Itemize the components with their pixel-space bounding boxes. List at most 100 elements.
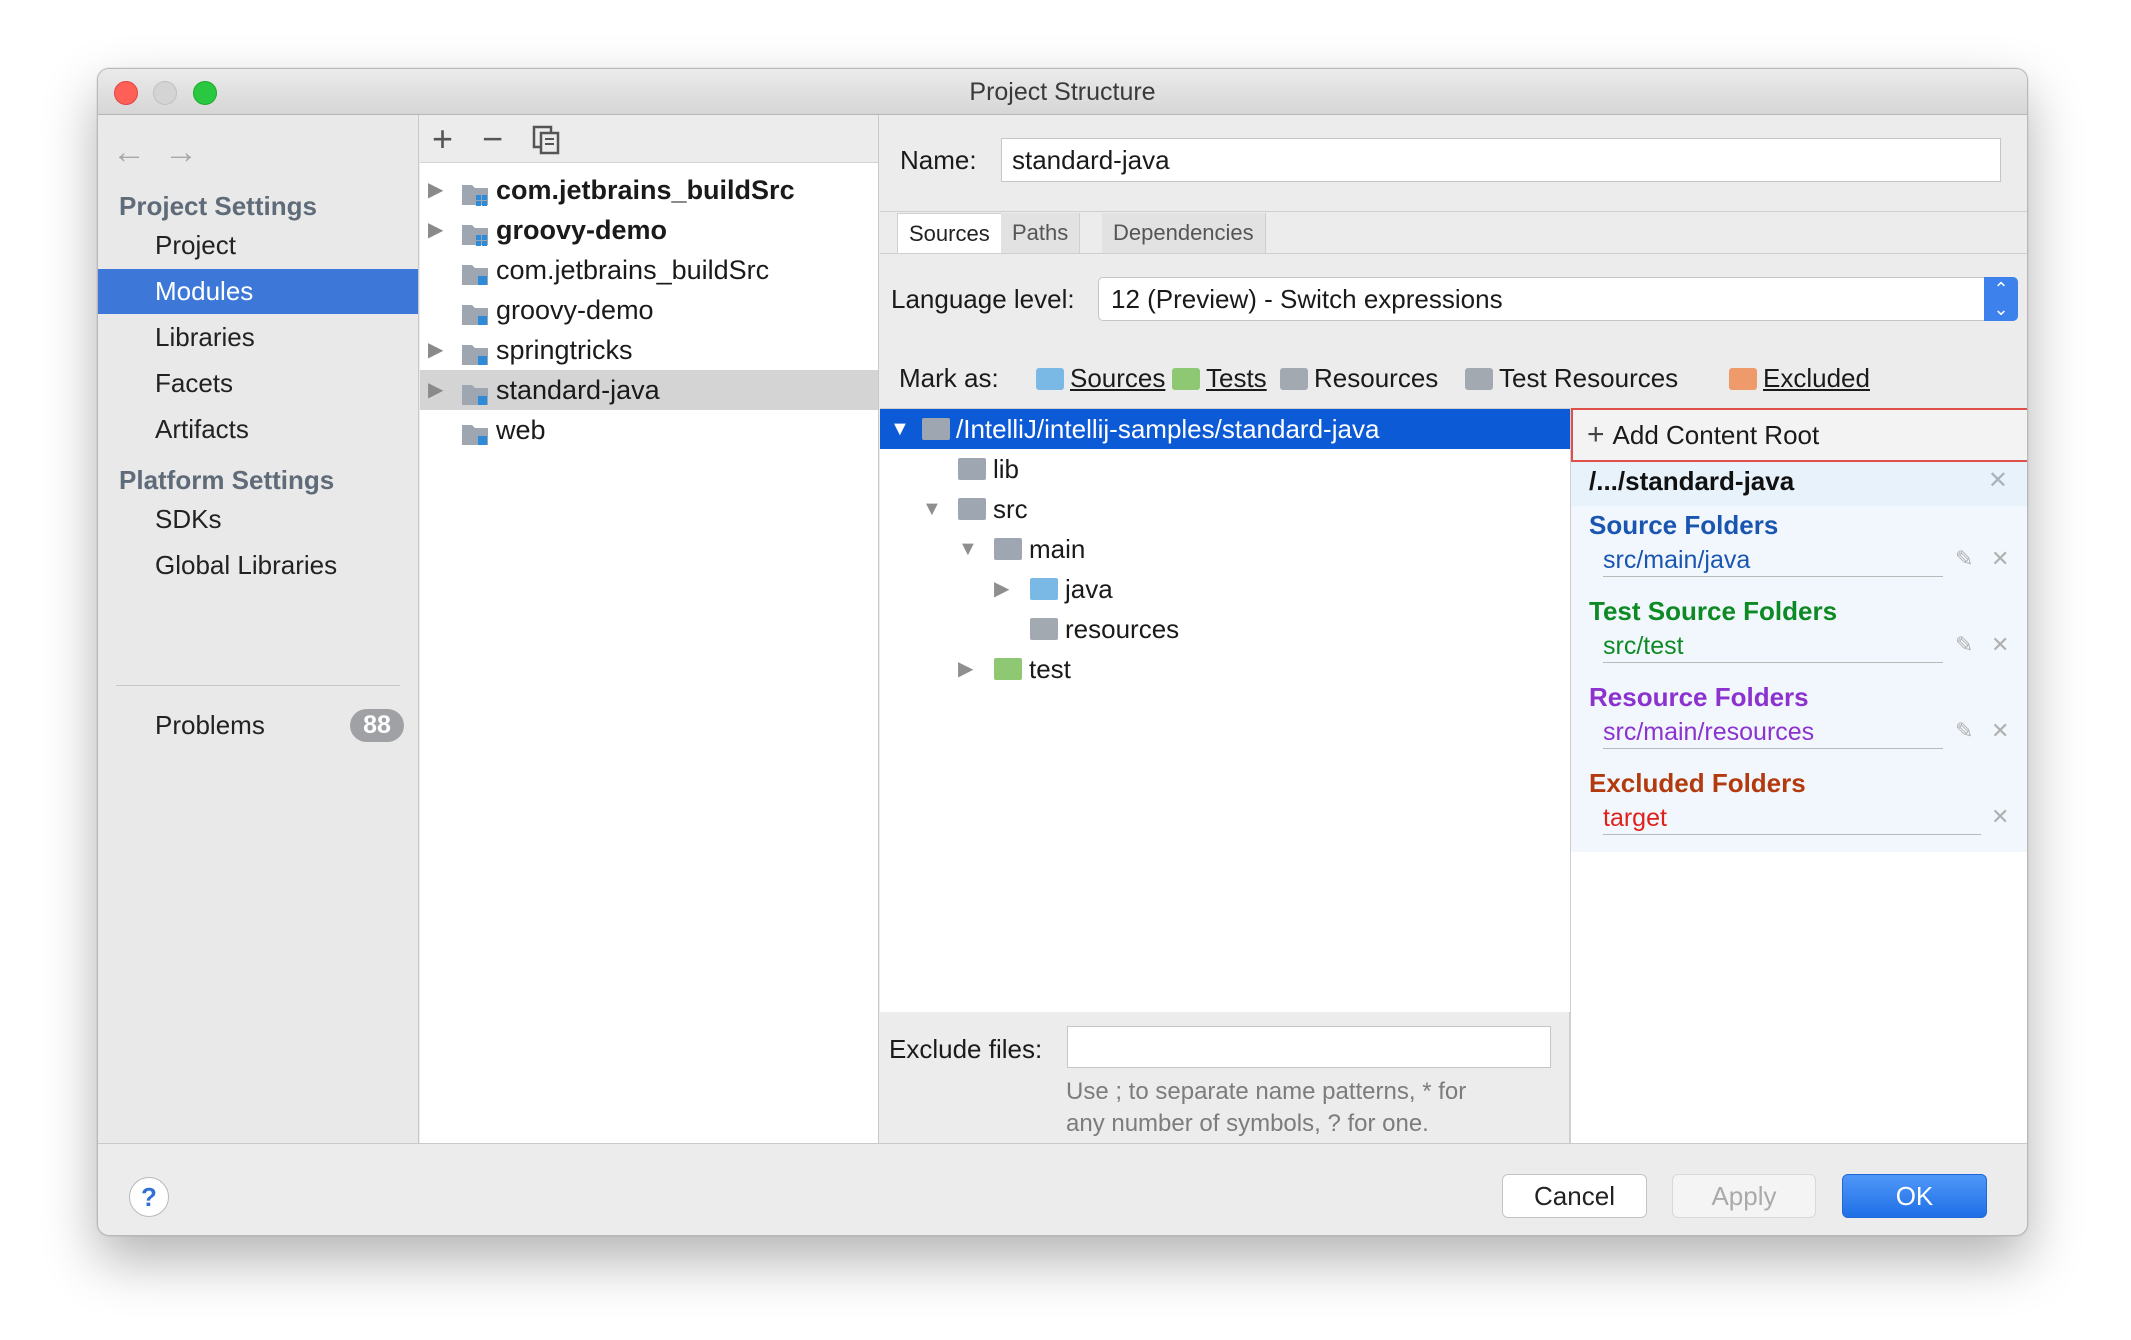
path-underline xyxy=(1603,576,1943,577)
apply-button[interactable]: Apply xyxy=(1672,1174,1816,1218)
module-folder-icon xyxy=(462,338,490,365)
module-folder-icon xyxy=(462,298,490,325)
module-folder-icon xyxy=(462,378,490,405)
resource-folders-heading: Resource Folders xyxy=(1589,682,1809,712)
module-row[interactable]: ▶ springtricks xyxy=(420,330,878,370)
exclude-files-input[interactable] xyxy=(1067,1026,1551,1068)
edit-pencil-icon[interactable]: ✎ xyxy=(1955,546,1973,572)
chevron-updown-icon[interactable]: ⌃ ⌄ xyxy=(1984,277,2018,321)
expand-arrow-icon[interactable]: ▶ xyxy=(428,370,443,410)
copy-icon[interactable] xyxy=(532,123,560,163)
sidebar-item-modules[interactable]: Modules xyxy=(98,269,418,314)
module-folder-icon xyxy=(462,258,490,285)
modules-panel: + − ▶ com.jetbrains_buildSrc ▶ groovy-de… xyxy=(420,115,879,1143)
sources-folder-icon xyxy=(1036,368,1064,390)
add-module-button[interactable]: + xyxy=(432,119,453,159)
remove-folder-icon[interactable]: ✕ xyxy=(1991,546,2009,572)
mark-as-resources-button[interactable]: Resources xyxy=(1280,363,1438,394)
excluded-folders-heading: Excluded Folders xyxy=(1589,768,1806,798)
module-row[interactable]: com.jetbrains_buildSrc xyxy=(420,250,878,290)
exclude-files-label: Exclude files: xyxy=(889,1034,1043,1064)
expand-arrow-icon[interactable]: ▶ xyxy=(428,210,443,250)
name-label: Name: xyxy=(900,145,977,175)
sidebar-item-sdks[interactable]: SDKs xyxy=(98,497,418,542)
content-root-path: /.../standard-java xyxy=(1589,466,1795,496)
tree-row-src[interactable]: ▼ src xyxy=(880,489,1570,529)
module-row[interactable]: ▶ groovy-demo xyxy=(420,210,878,250)
content-roots-panel: + Add Content Root /.../standard-java ✕ S… xyxy=(1570,408,2027,1143)
remove-root-icon[interactable]: ✕ xyxy=(1988,466,2008,495)
cancel-button[interactable]: Cancel xyxy=(1502,1174,1647,1218)
mark-as-sources-button[interactable]: Sources xyxy=(1036,363,1165,394)
sidebar-item-facets[interactable]: Facets xyxy=(98,361,418,406)
edit-pencil-icon[interactable]: ✎ xyxy=(1955,718,1973,744)
remove-module-button[interactable]: − xyxy=(482,119,503,159)
expanded-arrow-icon[interactable]: ▼ xyxy=(922,489,942,529)
tab-paths[interactable]: Paths xyxy=(1001,213,1081,253)
help-button[interactable]: ? xyxy=(129,1177,169,1217)
expand-arrow-icon[interactable]: ▶ xyxy=(428,330,443,370)
module-label: standard-java xyxy=(496,375,660,405)
mark-as-test-resources-button[interactable]: Test Resources xyxy=(1465,363,1678,394)
module-name-input[interactable]: standard-java xyxy=(1001,138,2001,182)
tests-folder-icon xyxy=(994,658,1022,680)
collapsed-arrow-icon[interactable]: ▶ xyxy=(994,569,1009,609)
remove-folder-icon[interactable]: ✕ xyxy=(1991,718,2009,744)
sidebar-item-global-libraries[interactable]: Global Libraries xyxy=(98,543,418,588)
sidebar-item-problems[interactable]: Problems 88 xyxy=(98,703,418,748)
resource-folder-path: src/main/resources xyxy=(1603,718,1815,746)
tree-row-main[interactable]: ▼ main xyxy=(880,529,1570,569)
mark-as-excluded-button[interactable]: Excluded xyxy=(1729,363,1870,394)
arrow-left-icon[interactable]: ← xyxy=(112,133,146,172)
module-folder-icon xyxy=(462,418,490,445)
plus-icon: + xyxy=(1587,418,1605,451)
excluded-folder-path: target xyxy=(1603,804,1667,832)
window-title: Project Structure xyxy=(969,78,1156,106)
exclude-files-hint: Use ; to separate name patterns, * for a… xyxy=(1066,1078,1467,1137)
source-folder-path: src/main/java xyxy=(1603,546,1751,574)
module-row[interactable]: ▶ com.jetbrains_buildSrc xyxy=(420,170,878,210)
problems-count-badge: 88 xyxy=(350,709,404,742)
mark-as-tests-button[interactable]: Tests xyxy=(1172,363,1267,394)
expanded-arrow-icon[interactable]: ▼ xyxy=(958,529,978,569)
module-row[interactable]: web xyxy=(420,410,878,450)
module-row[interactable]: groovy-demo xyxy=(420,290,878,330)
sidebar-item-project[interactable]: Project xyxy=(98,223,418,268)
tab-dependencies[interactable]: Dependencies xyxy=(1102,213,1266,253)
test-folders-heading: Test Source Folders xyxy=(1589,596,1838,626)
remove-folder-icon[interactable]: ✕ xyxy=(1991,804,2009,830)
sources-folder-icon xyxy=(1030,578,1058,600)
module-row-selected[interactable]: ▶ standard-java xyxy=(420,370,878,410)
module-label: com.jetbrains_buildSrc xyxy=(496,175,795,205)
module-label: groovy-demo xyxy=(496,215,668,245)
collapsed-arrow-icon[interactable]: ▶ xyxy=(958,649,973,689)
language-level-select[interactable]: 12 (Preview) - Switch expressions ⌃ ⌄ xyxy=(1098,277,2018,321)
ok-button[interactable]: OK xyxy=(1842,1174,1987,1218)
expand-arrow-icon[interactable]: ▶ xyxy=(428,170,443,210)
language-level-label: Language level: xyxy=(891,284,1075,314)
sidebar-item-artifacts[interactable]: Artifacts xyxy=(98,407,418,452)
sidebar-item-libraries[interactable]: Libraries xyxy=(98,315,418,360)
tree-row-lib[interactable]: lib xyxy=(880,449,1570,489)
tree-row-resources[interactable]: resources xyxy=(880,609,1570,649)
path-underline xyxy=(1603,748,1943,749)
project-settings-heading: Project Settings xyxy=(119,191,317,221)
content-root-tree: ▼ /IntelliJ/intellij-samples/standard-ja… xyxy=(880,408,1570,1012)
tree-row-java[interactable]: ▶ java xyxy=(880,569,1570,609)
arrow-right-icon[interactable]: → xyxy=(164,133,198,172)
excluded-folder-icon xyxy=(1729,368,1757,390)
content-root-folders: Source Folders src/main/java ✎ ✕ Test So… xyxy=(1571,506,2027,852)
tree-row-root[interactable]: ▼ /IntelliJ/intellij-samples/standard-ja… xyxy=(880,409,1570,449)
folder-icon xyxy=(958,498,986,520)
tabs-divider xyxy=(880,211,2027,212)
sidebar-divider xyxy=(116,685,400,686)
edit-pencil-icon[interactable]: ✎ xyxy=(1955,632,1973,658)
remove-folder-icon[interactable]: ✕ xyxy=(1991,632,2009,658)
module-folder-icon xyxy=(462,218,490,246)
add-content-root-button[interactable]: + Add Content Root xyxy=(1571,408,2027,462)
tab-sources[interactable]: Sources xyxy=(897,213,1002,253)
module-label: web xyxy=(496,415,546,445)
tree-row-test[interactable]: ▶ test xyxy=(880,649,1570,689)
expanded-arrow-icon[interactable]: ▼ xyxy=(890,409,910,449)
resources-folder-icon xyxy=(1030,618,1058,640)
